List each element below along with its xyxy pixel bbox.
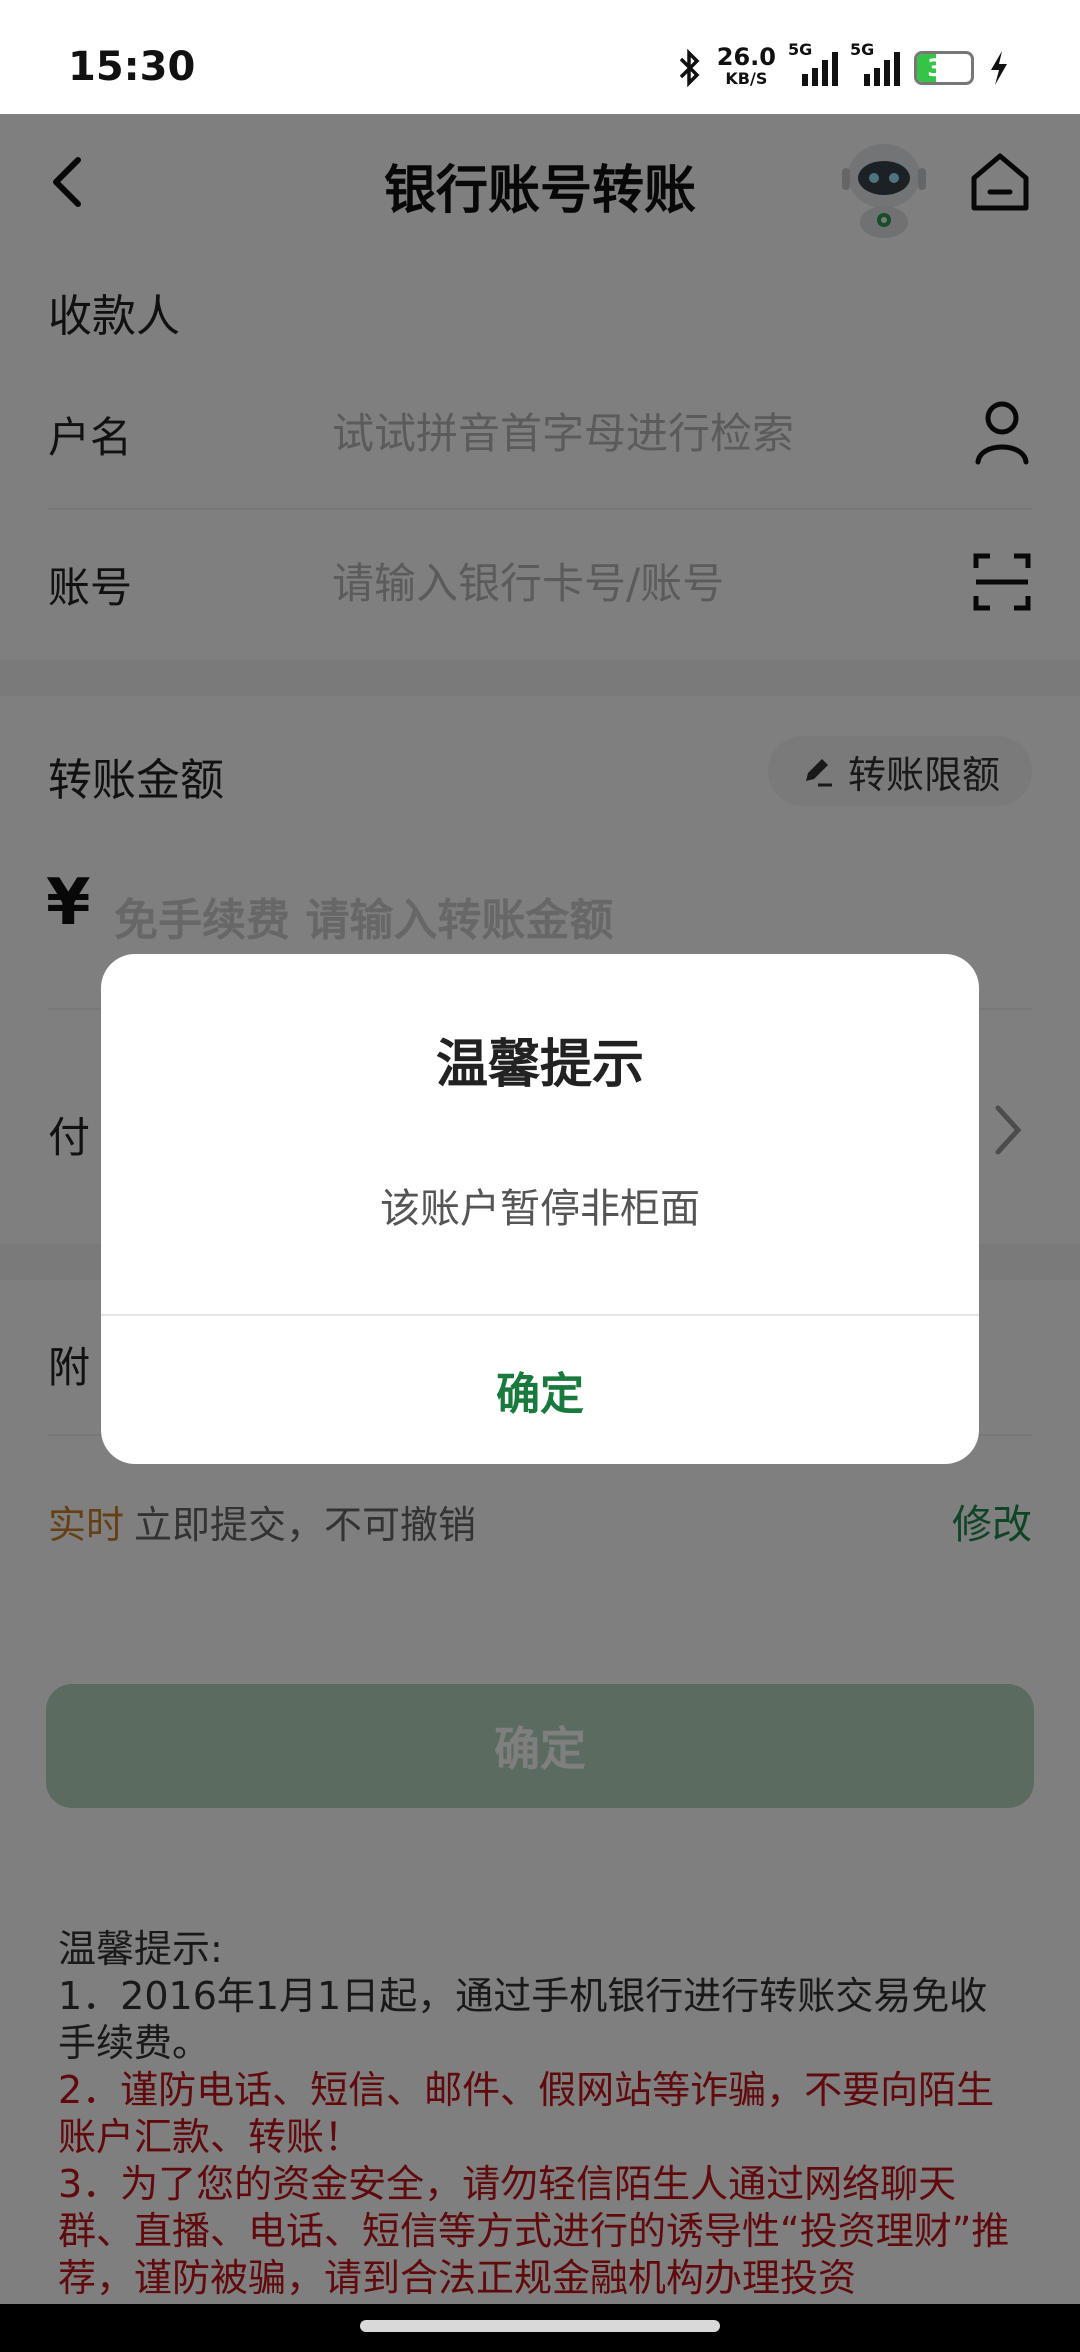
dialog-message: 该账户暂停非柜面 — [380, 1186, 700, 1232]
charging-icon — [991, 51, 1007, 85]
signal-1-label: 5G — [788, 40, 813, 59]
status-icons: 26.0 KB/S 5G 5G 35 — [677, 40, 1010, 90]
alert-dialog: 温馨提示 该账户暂停非柜面 确定 — [101, 954, 979, 1464]
signal-icon: 5G — [788, 40, 838, 86]
status-bar: 15:30 26.0 KB/S 5G 5G 35 — [0, 0, 1080, 114]
dialog-ok-button[interactable]: 确定 — [101, 1316, 979, 1464]
network-speed-value: 26.0 — [716, 43, 776, 71]
battery-level: 35 — [927, 54, 961, 82]
signal-icon: 5G — [850, 40, 900, 86]
signal-2-label: 5G — [850, 40, 875, 59]
battery-icon: 35 — [914, 51, 974, 85]
bluetooth-icon — [679, 48, 700, 88]
dialog-title: 温馨提示 — [435, 1035, 644, 1095]
network-speed-unit: KB/S — [725, 69, 768, 88]
network-speed: 26.0 KB/S — [716, 43, 776, 90]
system-nav-bar — [0, 2304, 1080, 2352]
status-time: 15:30 — [68, 44, 196, 90]
home-indicator[interactable] — [360, 2320, 720, 2332]
